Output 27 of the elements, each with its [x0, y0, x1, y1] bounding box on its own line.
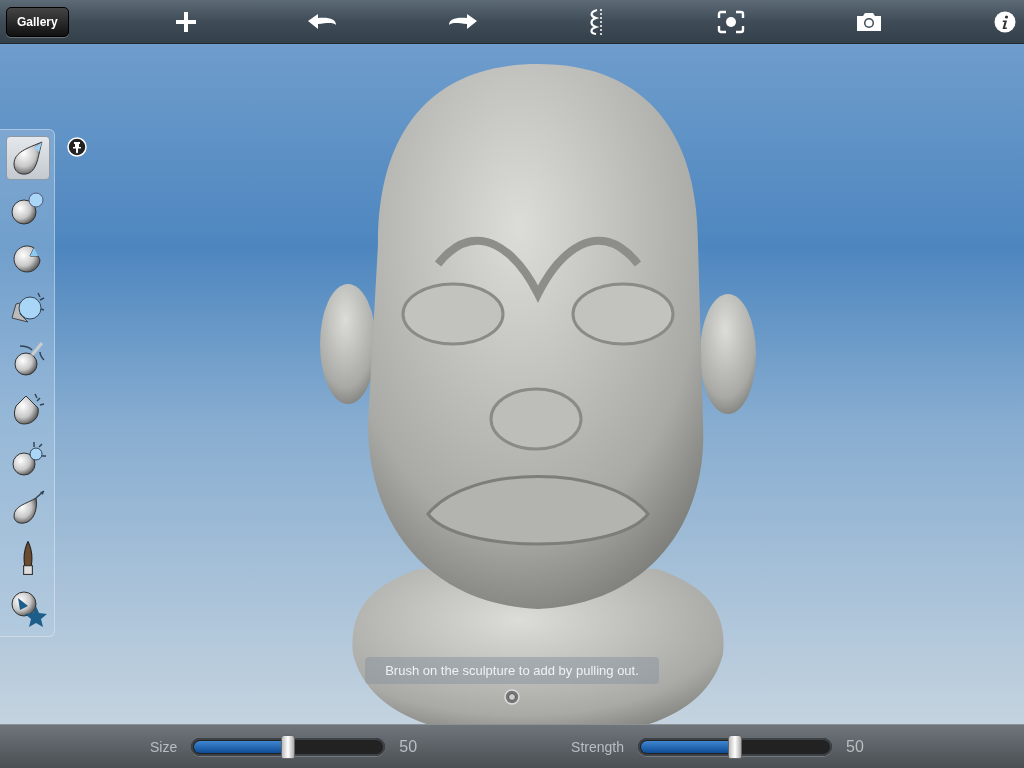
add-button[interactable]	[174, 10, 197, 33]
paintbrush-icon	[23, 541, 33, 575]
slider-track[interactable]	[638, 737, 832, 756]
info-icon	[994, 10, 1016, 33]
slider-label: Size	[150, 738, 178, 755]
undo-arrow-icon	[307, 12, 338, 31]
frame-target-icon	[716, 9, 745, 34]
slider-label: Strength	[571, 738, 624, 755]
ball-star-icon	[8, 588, 48, 628]
slider-thumb[interactable]	[281, 734, 296, 759]
gallery-button[interactable]: Gallery	[6, 6, 69, 37]
info-button[interactable]	[994, 10, 1016, 33]
undo-button[interactable]	[307, 12, 338, 31]
redo-button[interactable]	[447, 12, 478, 31]
redo-arrow-icon	[447, 12, 478, 31]
slider-value: 50	[846, 737, 865, 756]
plus-icon	[174, 10, 197, 33]
screenshot-button[interactable]	[855, 10, 884, 33]
slider-track[interactable]	[191, 737, 386, 756]
slider-value: 50	[399, 737, 419, 756]
slider-thumb[interactable]	[728, 734, 742, 759]
pin-icon[interactable]	[67, 137, 87, 157]
sculpt-tool-button[interactable]	[6, 136, 50, 180]
camera-icon	[855, 10, 884, 33]
frame-button[interactable]	[716, 9, 745, 34]
hint-text: Brush on the sculpture to add by pulling out.	[365, 657, 659, 684]
ring-handle-icon[interactable]	[504, 689, 520, 705]
